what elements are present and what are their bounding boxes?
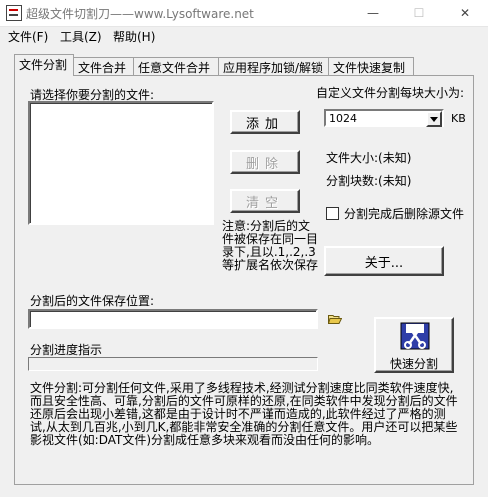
add-button[interactable]: 添加 (230, 110, 300, 134)
save-location-label: 分割后的文件保存位置: (30, 294, 155, 308)
description-text: 文件分割:可分割任何文件,采用了多线程技术,经测试分割速度比同类软件速度快,而且… (30, 381, 458, 447)
minimize-button[interactable]: — (350, 0, 396, 26)
quick-split-button[interactable]: 快速分割 (374, 317, 454, 373)
tab-strip: 文件分割 文件合并 任意文件合并 应用程序加锁/解锁 文件快速复制 (14, 54, 474, 76)
scissors-icon (400, 322, 430, 350)
tab-any-file-merge[interactable]: 任意文件合并 (133, 57, 219, 75)
file-size-label: 文件大小:(未知) (326, 151, 412, 165)
tab-file-split[interactable]: 文件分割 (14, 54, 74, 76)
chevron-down-icon[interactable] (426, 111, 442, 127)
chunk-size-value: 1024 (329, 112, 357, 125)
app-icon[interactable] (6, 5, 22, 21)
quick-split-label: 快速分割 (390, 357, 439, 371)
tab-app-lock[interactable]: 应用程序加锁/解锁 (218, 57, 329, 75)
clear-button[interactable]: 清空 (230, 189, 300, 213)
close-button[interactable]: ✕ (442, 0, 488, 26)
menu-file[interactable]: 文件(F) (8, 28, 48, 45)
about-button[interactable]: 关于... (324, 246, 444, 276)
file-list[interactable] (28, 101, 214, 225)
window-title: 超级文件切割刀——www.Lysoftware.net (26, 7, 254, 21)
progress-bar (28, 357, 318, 371)
chunk-unit-label: KB (451, 112, 466, 125)
menu-tools[interactable]: 工具(Z) (60, 28, 102, 45)
menu-bar: 文件(F) 工具(Z) 帮助(H) (0, 26, 488, 46)
save-note: 注意:分割后的文件被保存在同一目录下,且以.1,.2,.3等扩展名依次保存 (222, 219, 319, 272)
save-location-input[interactable] (28, 309, 318, 329)
tab-file-merge[interactable]: 文件合并 (73, 57, 134, 75)
tab-quick-copy[interactable]: 文件快速复制 (328, 57, 414, 75)
delete-source-checkbox[interactable] (326, 207, 339, 220)
menu-help[interactable]: 帮助(H) (113, 28, 155, 45)
title-bar: 超级文件切割刀——www.Lysoftware.net — ☐ ✕ (0, 0, 488, 27)
chunk-size-select[interactable]: 1024 (324, 109, 444, 127)
delete-source-label: 分割完成后删除源文件 (344, 207, 465, 221)
chunk-count-label: 分割块数:(未知) (326, 174, 412, 188)
maximize-button[interactable]: ☐ (396, 0, 442, 26)
delete-button[interactable]: 删除 (230, 150, 300, 174)
progress-label: 分割进度指示 (30, 343, 103, 357)
folder-open-icon[interactable] (328, 314, 342, 324)
chunk-size-label: 自定义文件分割每块大小为: (316, 86, 465, 100)
